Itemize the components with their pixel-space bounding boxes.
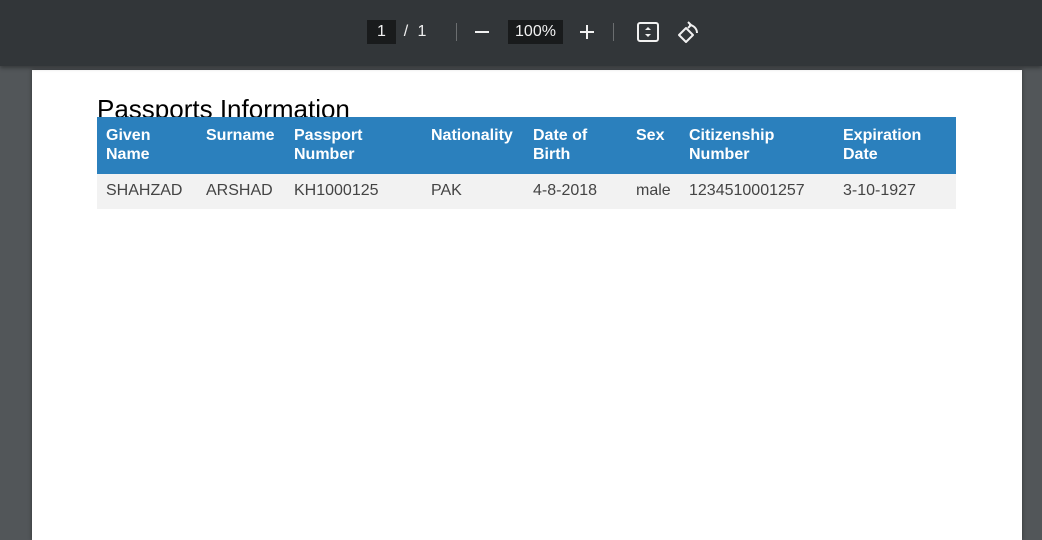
table-cell: 3-10-1927 — [834, 174, 956, 209]
table-cell: 4-8-2018 — [524, 174, 627, 209]
column-header: Date of Birth — [524, 117, 627, 174]
column-header: Nationality — [422, 117, 524, 174]
page-separator: / — [403, 23, 409, 40]
pdf-toolbar: 1 / 1 100% — [0, 0, 1042, 66]
column-header: Surname — [197, 117, 285, 174]
zoom-level-input[interactable]: 100% — [508, 20, 563, 44]
rotate-icon — [678, 21, 698, 43]
table-cell: ARSHAD — [197, 174, 285, 209]
toolbar-divider — [613, 23, 614, 41]
column-header: Expiration Date — [834, 117, 956, 174]
rotate-button[interactable] — [675, 19, 701, 45]
column-header: Sex — [627, 117, 680, 174]
column-header: Given Name — [97, 117, 197, 174]
total-pages: 1 — [417, 23, 427, 40]
table-row: SHAHZAD ARSHAD KH1000125 PAK 4-8-2018 ma… — [97, 174, 956, 209]
zoom-out-button[interactable] — [470, 20, 494, 44]
zoom-in-button[interactable] — [575, 20, 599, 44]
table-cell: SHAHZAD — [97, 174, 197, 209]
table-cell: KH1000125 — [285, 174, 422, 209]
pdf-page: Passports Information Given Name Surname… — [32, 70, 1022, 540]
table-cell: PAK — [422, 174, 524, 209]
toolbar-divider — [456, 23, 457, 41]
table-cell: 1234510001257 — [680, 174, 834, 209]
table-cell: male — [627, 174, 680, 209]
page-number-input[interactable]: 1 — [367, 20, 396, 44]
column-header: Passport Number — [285, 117, 422, 174]
column-header: Citizenship Number — [680, 117, 834, 174]
fit-to-page-button[interactable] — [635, 19, 661, 45]
fit-page-icon — [637, 22, 659, 42]
passports-table: Given Name Surname Passport Number Natio… — [97, 117, 956, 209]
zoom-in-icon — [580, 25, 594, 39]
zoom-out-icon — [475, 31, 489, 33]
table-header-row: Given Name Surname Passport Number Natio… — [97, 117, 956, 174]
